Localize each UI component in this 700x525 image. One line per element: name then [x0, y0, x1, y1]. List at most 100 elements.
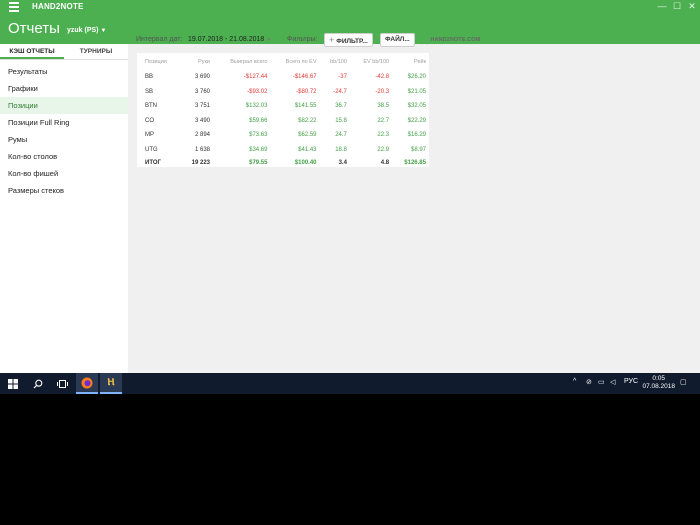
taskbar-firefox[interactable]	[76, 373, 98, 394]
table-row[interactable]: MP 2 894 $73.63 $62.59 24.7 22.3 $16.29	[137, 128, 429, 143]
cell-ev-bb100: -20.3	[375, 88, 390, 95]
column-header-hands[interactable]: Руки	[181, 53, 213, 70]
date-interval-picker[interactable]: 19.07.2018 - 21.08.2018 ▼	[188, 36, 271, 43]
cell-bb100: 24.7	[335, 132, 347, 139]
cell-won: $59.66	[249, 117, 268, 124]
cell-ev-bb100: 22.7	[377, 117, 390, 124]
cell-rake: $16.29	[407, 132, 426, 139]
app-title: HAND2NOTE	[32, 2, 84, 11]
taskbar-hand2note[interactable]: Ⲏ	[100, 373, 122, 394]
language-indicator[interactable]: РУС	[624, 378, 638, 385]
cell-position: CO	[145, 117, 154, 124]
search-icon	[33, 379, 43, 388]
positions-table: Позиция Руки Выиграл всего Всего по EV b…	[137, 53, 429, 169]
sidebar-item-graphs[interactable]: Графики	[0, 80, 128, 97]
close-button[interactable]: ✕	[685, 1, 699, 12]
cell-ev-won: $82.22	[298, 117, 317, 124]
maximize-button[interactable]: ☐	[670, 1, 684, 12]
cell-ev-won: -$146.67	[292, 74, 317, 81]
cell-won: $34.69	[249, 146, 268, 153]
cell-rake: $32.05	[407, 103, 426, 110]
cell-bb100: 36.7	[335, 103, 347, 110]
tray-network-icon[interactable]: ⊘	[586, 378, 592, 386]
hand2note-logo-icon: Ⲏ	[420, 32, 429, 47]
total-position: ИТОГ	[145, 160, 161, 166]
cell-ev-bb100: 22.3	[377, 132, 390, 139]
column-header-ev-won[interactable]: Всего по EV	[270, 53, 319, 70]
cell-position: BTN	[145, 103, 157, 110]
date-interval-value: 19.07.2018 - 21.08.2018	[188, 36, 265, 43]
table-row[interactable]: BTN 3 751 $132.03 $141.55 36.7 38.5 $32.05	[137, 99, 429, 114]
sidebar-item-rooms[interactable]: Румы	[0, 131, 128, 148]
plus-icon: +	[329, 35, 335, 45]
taskbar: Ⲏ ^ ⊘ ▭ ◁ РУС 0:05 07.08.2018 ▢	[0, 373, 700, 394]
title-bar: HAND2NOTE — ☐ ✕	[0, 0, 700, 15]
column-header-rake[interactable]: Рейк	[392, 53, 429, 70]
tab-cash-reports[interactable]: КЭШ ОТЧЕТЫ	[0, 44, 64, 59]
sidebar-item-stack-sizes[interactable]: Размеры стеков	[0, 182, 128, 199]
column-header-position[interactable]: Позиция	[137, 53, 181, 70]
user-selector[interactable]: yzuk (PS) ▼	[67, 27, 106, 34]
cell-ev-bb100: -42.8	[375, 74, 390, 81]
column-header-won[interactable]: Выиграл всего	[213, 53, 270, 70]
cell-rake: $26.20	[407, 74, 426, 81]
sidebar-item-table-count[interactable]: Кол-во столов	[0, 148, 128, 165]
tray-volume-icon[interactable]: ◁	[610, 378, 615, 386]
hand2note-logo[interactable]: Ⲏ HAND2NOTE.COM	[420, 33, 480, 47]
notifications-icon[interactable]: ▢	[680, 378, 687, 386]
tray-monitor-icon[interactable]: ▭	[598, 378, 605, 386]
table-header-row: Позиция Руки Выиграл всего Всего по EV b…	[137, 53, 429, 70]
minimize-button[interactable]: —	[655, 1, 669, 11]
cell-position: SB	[145, 88, 154, 95]
sidebar-tabs: КЭШ ОТЧЕТЫ ТУРНИРЫ	[0, 44, 128, 60]
sidebar-item-chip-count[interactable]: Кол-во фишей	[0, 165, 128, 182]
table-row[interactable]: BB 3 690 -$127.44 -$146.67 -37 -42.8 $26.20	[137, 70, 429, 85]
cell-won: $132.03	[245, 103, 268, 110]
total-bb100: 3.4	[338, 160, 347, 166]
total-ev-bb100: 4.8	[380, 160, 390, 166]
positions-table-card: Позиция Руки Выиграл всего Всего по EV b…	[137, 53, 429, 167]
cell-won: -$93.02	[247, 88, 268, 95]
column-header-bb100[interactable]: bb/100	[320, 53, 350, 70]
chevron-down-icon: ▼	[100, 28, 107, 34]
column-header-ev-bb100[interactable]: EV bb/100	[350, 53, 392, 70]
table-row[interactable]: UTG 1 638 $34.69 $41.43 18.8 22.9 $8.97	[137, 143, 429, 158]
app-window: HAND2NOTE — ☐ ✕ Отчеты yzuk (PS) ▼ КЭШ ОТ…	[0, 0, 700, 373]
clock[interactable]: 0:05 07.08.2018	[642, 375, 675, 391]
date-interval-label: Интервал дат:	[136, 36, 183, 43]
file-button[interactable]: ФАЙЛ...	[380, 33, 415, 47]
cell-bb100: 18.8	[335, 146, 347, 153]
task-view-button[interactable]	[51, 373, 73, 394]
filter-button-label: ФИЛЬТР...	[336, 38, 368, 45]
cell-hands: 2 894	[195, 132, 211, 139]
table-row[interactable]: CO 3 490 $59.66 $82.22 15.8 22.7 $22.29	[137, 114, 429, 129]
cell-hands: 3 690	[195, 74, 211, 81]
total-hands: 19 223	[191, 160, 211, 166]
cell-position: MP	[145, 132, 154, 139]
hamburger-menu-icon[interactable]	[9, 2, 19, 12]
cell-rake: $22.29	[407, 117, 426, 124]
user-name: yzuk (PS)	[67, 27, 99, 34]
tab-tournaments[interactable]: ТУРНИРЫ	[64, 44, 128, 59]
sidebar: КЭШ ОТЧЕТЫ ТУРНИРЫ Результаты Графики По…	[0, 44, 128, 373]
search-button[interactable]	[27, 373, 49, 394]
cell-ev-bb100: 38.5	[377, 103, 390, 110]
table-total-row: ИТОГ 19 223 $79.55 $100.40 3.4 4.8 $126.85	[137, 157, 429, 169]
sidebar-item-results[interactable]: Результаты	[0, 63, 128, 80]
cell-bb100: -37	[338, 74, 347, 81]
sidebar-item-positions-full-ring[interactable]: Позиции Full Ring	[0, 114, 128, 131]
sidebar-item-positions[interactable]: Позиции	[0, 97, 128, 114]
start-button[interactable]	[2, 373, 24, 394]
chevron-down-icon: ▼	[266, 37, 272, 43]
logo-text: HAND2NOTE.COM	[430, 37, 481, 43]
cell-ev-won: $41.43	[298, 146, 317, 153]
cell-won: -$127.44	[243, 74, 268, 81]
cell-position: BB	[145, 74, 154, 81]
cell-ev-won: -$80.72	[296, 88, 317, 95]
filter-button[interactable]: + ФИЛЬТР...	[324, 33, 373, 47]
table-row[interactable]: SB 3 760 -$93.02 -$80.72 -24.7 -20.3 $21.05	[137, 85, 429, 100]
tray-expand-icon[interactable]: ^	[573, 378, 576, 385]
clock-time: 0:05	[652, 375, 666, 382]
clock-date: 07.08.2018	[642, 383, 675, 390]
cell-bb100: 15.8	[335, 117, 347, 124]
